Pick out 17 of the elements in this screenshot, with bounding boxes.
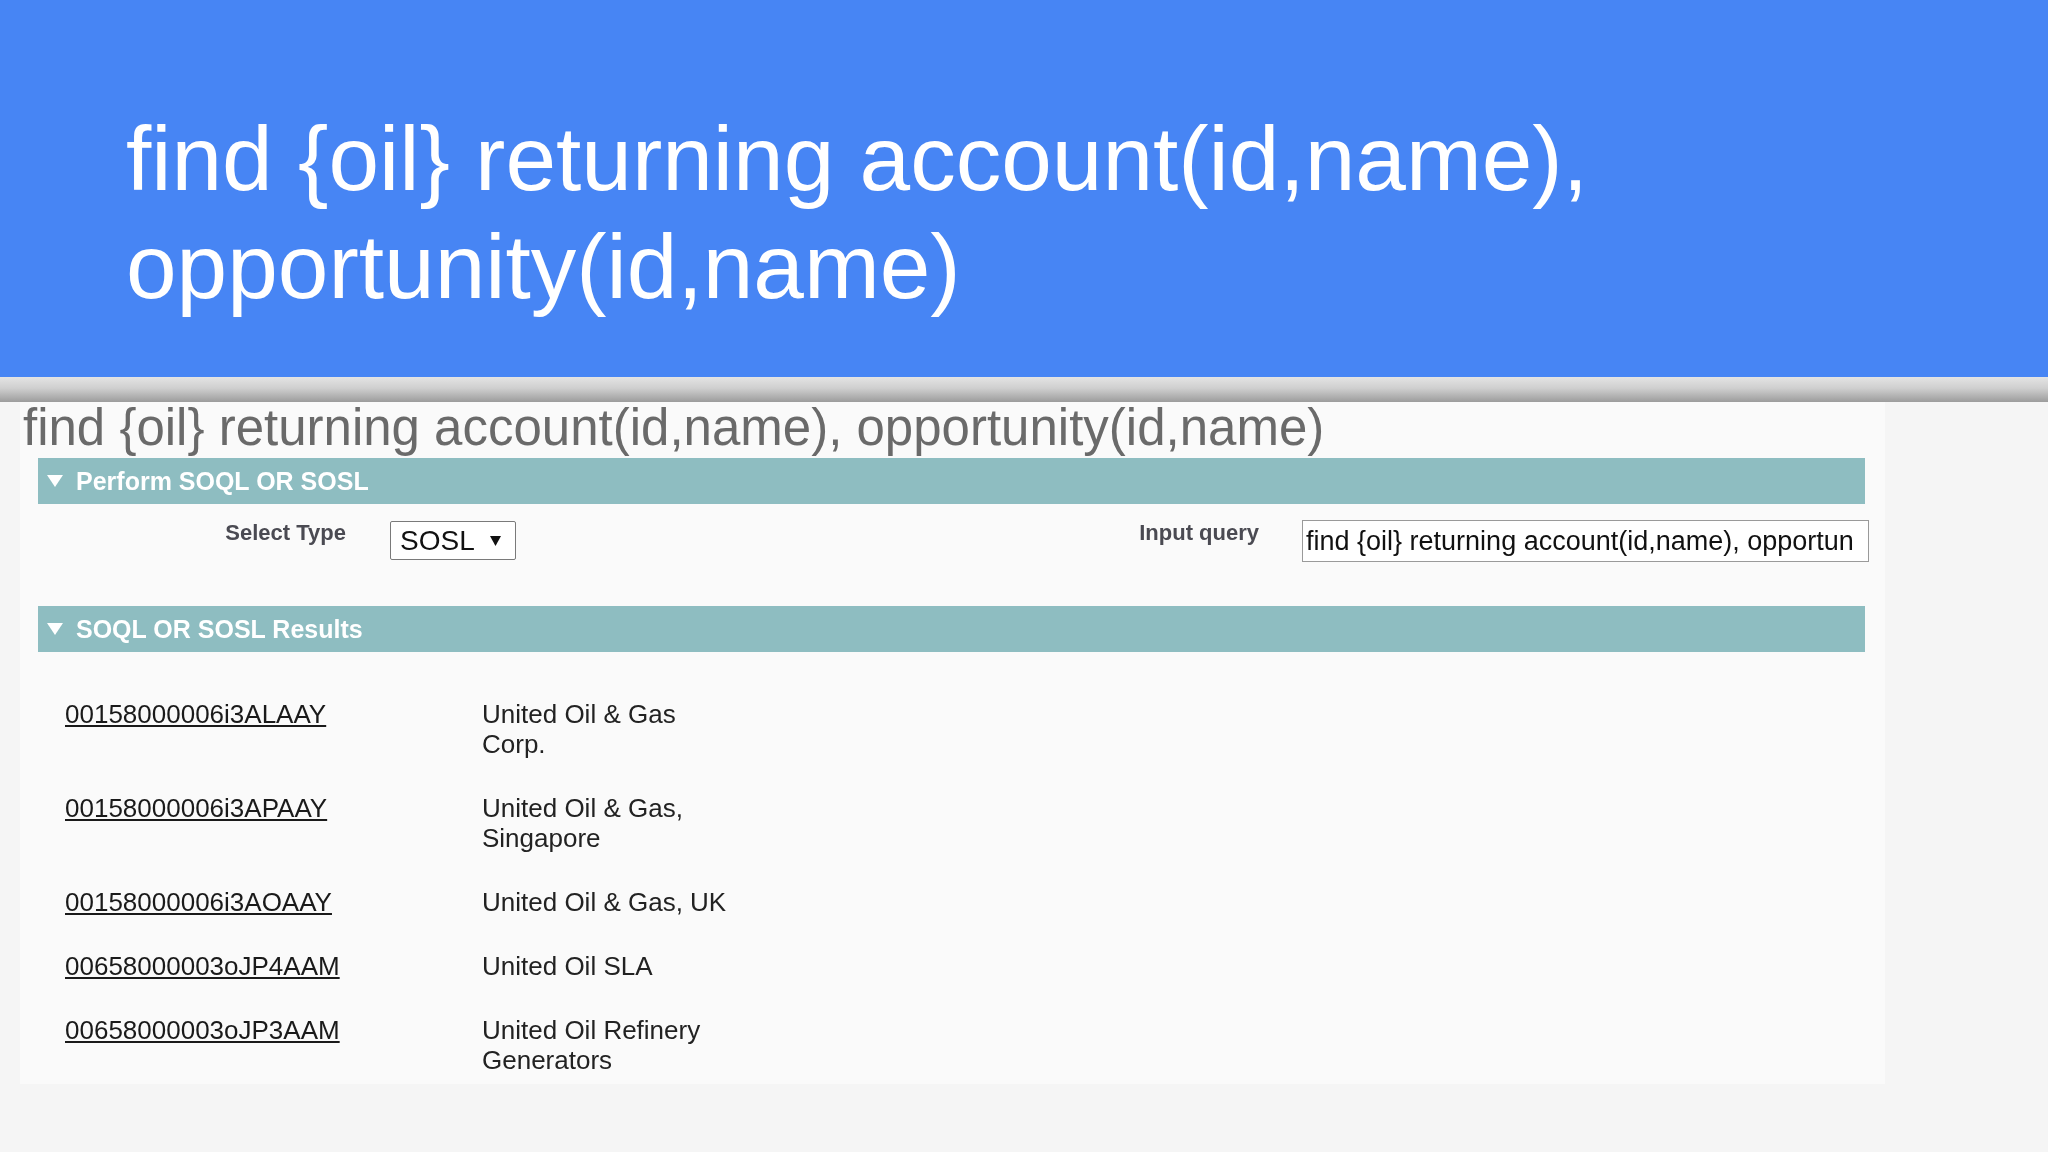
query-heading: find {oil} returning account(id,name), opportunity(id,name) <box>23 402 1325 454</box>
record-id-link[interactable]: 00158000006i3AOAAY <box>65 887 332 917</box>
record-name: United Oil & Gas Corp. <box>482 699 677 759</box>
field-label: Select Type <box>225 520 346 546</box>
record-name: United Oil & Gas, Singapore <box>482 793 684 853</box>
caret-icon <box>489 535 501 546</box>
type-select[interactable]: SOSL <box>390 521 516 560</box>
query-input[interactable]: find {oil} returning account(id,name), opportun <box>1302 520 1869 562</box>
field-label: Input query <box>1139 520 1259 546</box>
record-name: United Oil SLA <box>482 951 653 981</box>
record-name: United Oil Refinery Generators <box>482 1015 702 1075</box>
slide-title: find {oil} returning account(id,name), opportunity(id,name) <box>126 107 1589 319</box>
record-id-link[interactable]: 00158000006i3ALAAY <box>65 699 327 729</box>
record-id-link[interactable]: 00658000003oJP3AAM <box>65 1015 340 1045</box>
record-name: United Oil & Gas, UK <box>482 887 727 917</box>
record-id-link[interactable]: 00658000003oJP4AAM <box>65 951 340 981</box>
record-id-link[interactable]: 00158000006i3APAAY <box>65 793 328 823</box>
